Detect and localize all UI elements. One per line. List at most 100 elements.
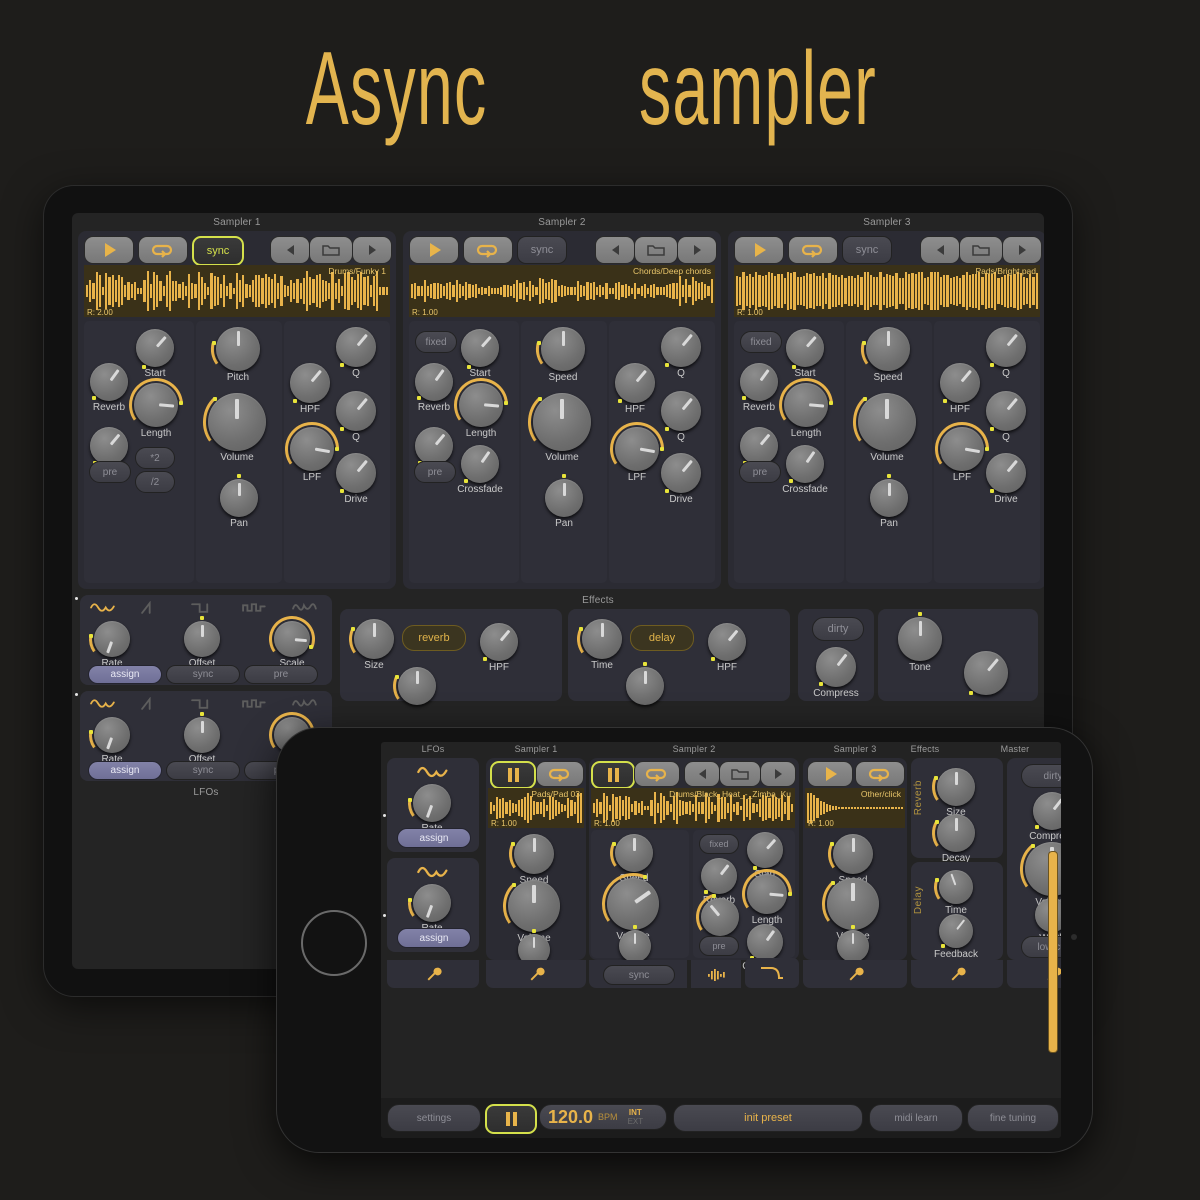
sine-icon[interactable] [90, 601, 116, 614]
play-button[interactable] [807, 761, 853, 787]
stair-icon[interactable] [241, 601, 268, 614]
knob-drive[interactable]: Drive [986, 453, 1026, 507]
home-button[interactable] [301, 910, 367, 976]
loop-button[interactable] [463, 236, 513, 264]
dirty-button[interactable]: dirty [1021, 764, 1061, 788]
knob-dial[interactable] [607, 878, 659, 930]
knob-hpf[interactable]: HPF [615, 363, 655, 417]
assign-button[interactable]: assign [397, 928, 471, 948]
knob-dial[interactable] [461, 445, 499, 483]
knob-lfo-offset[interactable]: Offset [184, 712, 220, 767]
folder-button[interactable] [959, 236, 1003, 264]
knob-dial[interactable] [786, 329, 824, 367]
prev-button[interactable] [270, 236, 310, 264]
knob-dial[interactable] [740, 427, 778, 465]
knob-lfo-rate[interactable]: Rate [89, 621, 130, 671]
phone-sampler2-sync-footer[interactable]: sync [589, 960, 687, 988]
knob-dial[interactable] [986, 453, 1026, 493]
knob-dial[interactable] [90, 363, 128, 401]
knob-delay-time[interactable]: Time [577, 619, 622, 673]
knob-dial[interactable] [415, 363, 453, 401]
knob-dial[interactable] [615, 363, 655, 403]
knob-dial[interactable] [747, 832, 783, 868]
settings-button[interactable]: settings [387, 1104, 481, 1132]
knob-dial[interactable] [940, 363, 980, 403]
mult2-button[interactable]: *2 [135, 447, 175, 469]
knob-dial[interactable] [986, 391, 1026, 431]
knob-q1[interactable]: Q [661, 327, 701, 381]
knob-q2[interactable]: Q [661, 391, 701, 445]
knob-dial[interactable] [336, 391, 376, 431]
stair-icon[interactable] [241, 697, 268, 710]
knob-dial[interactable] [413, 784, 451, 822]
fine-tuning-button[interactable]: fine tuning [967, 1104, 1059, 1132]
fixed-button[interactable]: fixed [699, 834, 739, 854]
dirty-button[interactable]: dirty [812, 617, 864, 641]
folder-button[interactable] [309, 236, 353, 264]
master-fader[interactable] [1049, 852, 1057, 1052]
knob-q1[interactable]: Q [986, 327, 1026, 381]
knob-dial[interactable] [661, 453, 701, 493]
clock-source-toggle[interactable]: INT EXT [628, 1108, 644, 1126]
knob-dial[interactable] [939, 870, 973, 904]
assign-button[interactable]: assign [397, 828, 471, 848]
knob-hpf[interactable]: HPF [290, 363, 330, 417]
knob-length[interactable]: Length [779, 378, 833, 441]
knob-speed[interactable]: Speed [536, 327, 585, 385]
knob-volume[interactable]: Volume [528, 393, 591, 465]
sync-button[interactable]: sync [842, 236, 892, 264]
knob-lpf[interactable]: LPF [285, 422, 339, 485]
sampler3-waveform[interactable]: Pads/Bright pad R: 1.00 [734, 265, 1040, 317]
square-icon[interactable] [191, 601, 217, 614]
sync-button[interactable]: sync [517, 236, 567, 264]
phone-sampler3-waveform[interactable]: Other/click R: 1.00 [805, 788, 905, 828]
folder-button[interactable] [719, 761, 761, 787]
knob-dial[interactable] [1035, 898, 1061, 932]
knob-length[interactable]: Length [742, 869, 792, 928]
knob-crossfade[interactable]: Crossfade [457, 445, 503, 497]
knob-dial[interactable] [136, 329, 174, 367]
knob-start[interactable]: Start [461, 329, 499, 381]
knob-dial[interactable] [336, 453, 376, 493]
knob-dial[interactable] [816, 647, 856, 687]
pre-button[interactable]: pre [739, 461, 781, 483]
sampler1-waveform[interactable]: Drums/Funky 1 R: 2.00 [84, 265, 390, 317]
knob-lpf[interactable]: LPF [935, 422, 989, 485]
knob-dial[interactable] [740, 363, 778, 401]
transport-button[interactable] [485, 1104, 537, 1134]
pause-button[interactable] [591, 761, 635, 789]
knob-decay[interactable]: Decay [932, 814, 975, 866]
fixed-button[interactable]: fixed [740, 331, 782, 353]
knob-drive[interactable]: Drive [336, 453, 376, 507]
knob-dial[interactable] [939, 914, 973, 948]
phone-effects-footer[interactable] [911, 960, 1003, 988]
play-button[interactable] [409, 236, 459, 264]
knob-reverb[interactable]: Reverb [90, 363, 128, 415]
sync-button[interactable]: sync [192, 236, 244, 266]
knob-dial[interactable] [661, 327, 701, 367]
sync-button[interactable]: sync [603, 965, 675, 985]
loop-button[interactable] [536, 761, 584, 787]
knob-pan[interactable]: Pan [870, 474, 908, 531]
knob-q2[interactable]: Q [986, 391, 1026, 445]
preset-button[interactable]: init preset [673, 1104, 863, 1132]
knob-length[interactable]: Length [454, 378, 508, 441]
next-button[interactable] [352, 236, 392, 264]
knob-reverb[interactable]: Reverb [415, 363, 453, 415]
knob-dial[interactable] [786, 445, 824, 483]
pre-button[interactable]: pre [414, 461, 456, 483]
phone-sampler1-waveform[interactable]: Pads/Pad 03 R: 1.00 [488, 788, 584, 828]
prev-button[interactable] [684, 761, 720, 787]
knob-dial[interactable] [701, 898, 739, 936]
loop-button[interactable] [788, 236, 838, 264]
knob-hpf[interactable]: HPF [940, 363, 980, 417]
knob-lfo-rate[interactable]: Rate [89, 717, 130, 767]
knob-dial[interactable] [90, 427, 128, 465]
next-button[interactable] [677, 236, 717, 264]
knob-reverb-extra[interactable] [393, 667, 436, 719]
phone-lfo-footer[interactable] [387, 960, 479, 988]
pre-button[interactable]: pre [89, 461, 131, 483]
phone-sampler3-footer[interactable] [803, 960, 907, 988]
knob-master-extra[interactable] [964, 651, 1008, 709]
prev-button[interactable] [595, 236, 635, 264]
